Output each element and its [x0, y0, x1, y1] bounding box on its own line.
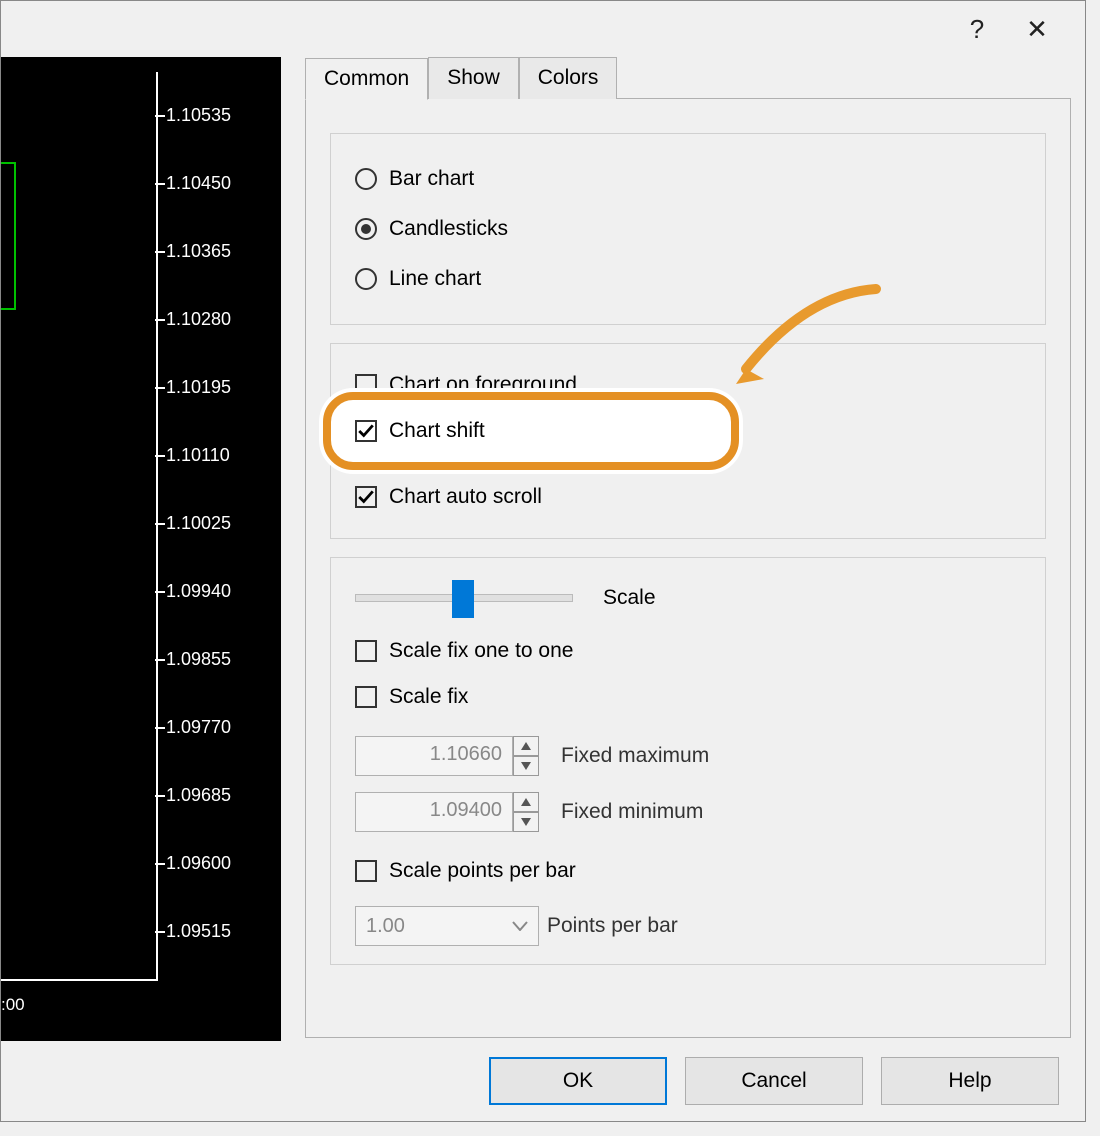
tab-common[interactable]: Common — [305, 58, 428, 100]
spinner-down-icon[interactable] — [513, 812, 539, 832]
check-label: Chart auto scroll — [389, 485, 542, 509]
tab-show[interactable]: Show — [428, 57, 519, 99]
slider-thumb[interactable] — [452, 580, 474, 618]
ok-button[interactable]: OK — [489, 1057, 667, 1105]
ppb-combo[interactable]: 1.00 — [355, 906, 539, 946]
y-tick: 1.09515 — [166, 921, 231, 942]
check-label: Scale fix one to one — [389, 639, 573, 663]
y-tick: 1.10450 — [166, 173, 231, 194]
check-chart-autoscroll[interactable]: Chart auto scroll — [355, 474, 1021, 520]
titlebar: ? ✕ — [1, 1, 1085, 57]
y-tick: 1.09685 — [166, 785, 231, 806]
chevron-down-icon — [512, 921, 528, 931]
chart-preview: 1.10535 1.10450 1.10365 1.10280 1.10195 1.101… — [1, 57, 281, 1041]
cancel-button[interactable]: Cancel — [685, 1057, 863, 1105]
radio-label: Line chart — [389, 267, 481, 291]
scale-group: Scale Scale fix one to one Scale fix 1.1… — [330, 557, 1046, 965]
spinner-down-icon[interactable] — [513, 756, 539, 776]
radio-candlesticks[interactable]: Candlesticks — [355, 206, 1021, 252]
scale-slider[interactable] — [355, 594, 573, 602]
combo-value: 1.00 — [366, 915, 405, 938]
y-tick: 1.10535 — [166, 105, 231, 126]
annotation-arrow-icon — [726, 284, 886, 394]
fixed-max-label: Fixed maximum — [561, 744, 709, 768]
ppb-label: Points per bar — [547, 914, 678, 938]
check-label: Scale fix — [389, 685, 468, 709]
help-button[interactable]: Help — [881, 1057, 1059, 1105]
y-tick: 1.09855 — [166, 649, 231, 670]
properties-dialog: ? ✕ 1.105351.104501.103651.102801.101951… — [0, 0, 1086, 1122]
radio-label: Bar chart — [389, 167, 474, 191]
radio-line-chart[interactable]: Line chart — [355, 256, 1021, 302]
check-scale-ppb[interactable]: Scale points per bar — [355, 848, 1021, 894]
chart-type-group: Bar chart Candlesticks Line chart — [330, 133, 1046, 325]
radio-bar-chart[interactable]: Bar chart — [355, 156, 1021, 202]
fixed-min-input[interactable]: 1.09400 — [355, 792, 513, 832]
y-tick: 1.10365 — [166, 241, 231, 262]
close-icon[interactable]: ✕ — [1007, 9, 1067, 49]
check-scale-fix[interactable]: Scale fix — [355, 674, 1021, 720]
check-label: Scale points per bar — [389, 859, 576, 883]
help-icon[interactable]: ? — [947, 9, 1007, 49]
y-tick: 1.10025 — [166, 513, 231, 534]
spinner-up-icon[interactable] — [513, 736, 539, 756]
fixed-min-label: Fixed minimum — [561, 800, 703, 824]
check-label: Chart shift — [389, 419, 485, 443]
candlestick-icon — [1, 162, 16, 310]
y-tick: 1.09770 — [166, 717, 231, 738]
check-chart-shift[interactable]: Chart shift — [355, 408, 1021, 454]
scale-label: Scale — [603, 586, 656, 610]
fixed-max-input[interactable]: 1.10660 — [355, 736, 513, 776]
y-tick: 1.09940 — [166, 581, 231, 602]
y-tick: 1.10110 — [166, 445, 230, 466]
y-tick: 1.09600 — [166, 853, 231, 874]
y-tick: 1.10195 — [166, 377, 231, 398]
x-tick: :00 — [1, 995, 25, 1015]
y-tick: 1.10280 — [166, 309, 231, 330]
tab-colors[interactable]: Colors — [519, 57, 618, 99]
radio-label: Candlesticks — [389, 217, 508, 241]
check-scale-fix-one[interactable]: Scale fix one to one — [355, 628, 1021, 674]
chart-options-group: Chart on foreground Chart shift Chart au… — [330, 343, 1046, 539]
spinner-up-icon[interactable] — [513, 792, 539, 812]
